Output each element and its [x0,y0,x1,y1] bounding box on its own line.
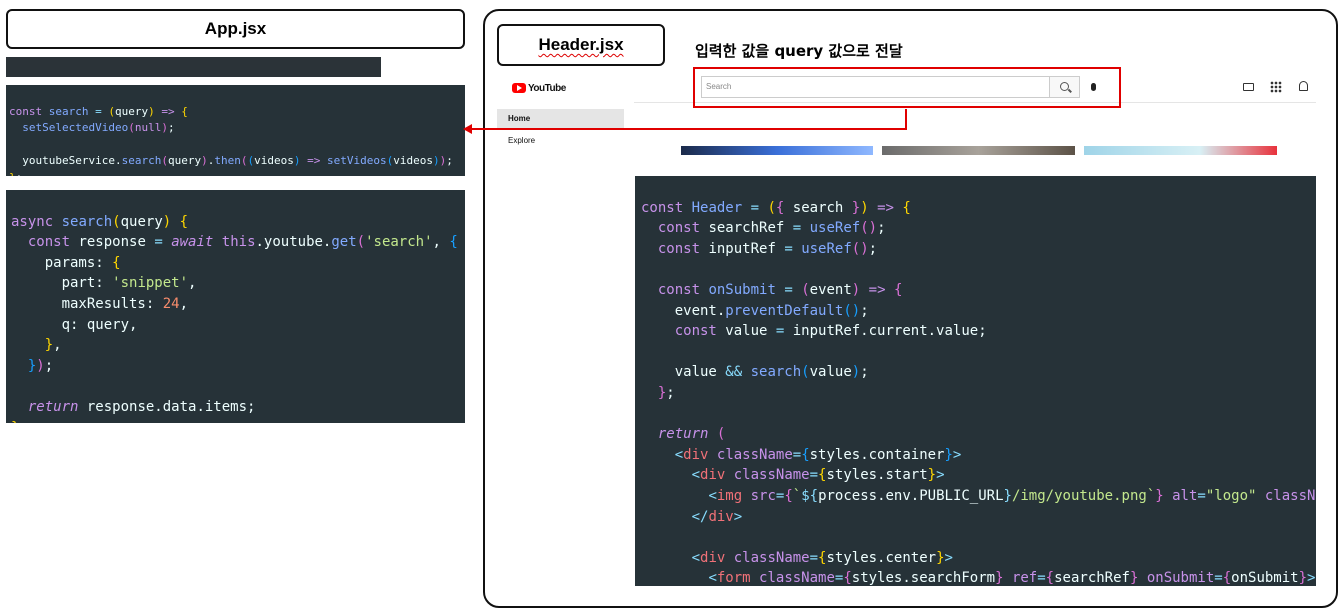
sidebar-item-explore[interactable]: Explore [497,131,624,151]
async-search-code: async search(query) { const response = a… [6,190,465,423]
app-search-code: const search = (query) => { setSelectedV… [6,85,465,176]
youtube-logo-text: YouTube [528,82,566,94]
header-component-code: const Header = ({ search }) => { const s… [635,176,1316,586]
app-state-code: const [videos, setVideos] = useState([])… [6,57,381,77]
video-thumbnail[interactable] [1084,146,1277,155]
apps-grid-icon[interactable] [1270,81,1282,93]
sidebar-item-home[interactable]: Home [497,109,624,129]
search-bar-highlight [693,67,1121,108]
upload-video-icon[interactable] [1243,83,1254,91]
video-thumbnail[interactable] [882,146,1075,155]
app-jsx-label: App.jsx [6,9,465,49]
annotation-text: 입력한 값을 query 값으로 전달 [695,42,903,60]
youtube-logo[interactable]: YouTube [512,81,566,95]
notification-bell-icon[interactable] [1299,81,1308,91]
header-jsx-label: Header.jsx [497,24,665,66]
video-thumbnail[interactable] [681,146,873,155]
youtube-play-icon [512,83,526,93]
